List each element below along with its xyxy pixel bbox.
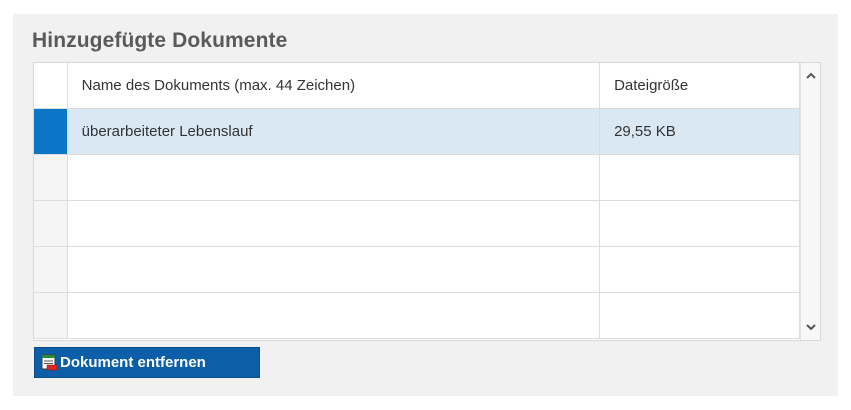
row-selector[interactable] <box>34 154 68 201</box>
document-name <box>68 169 82 186</box>
document-size <box>600 169 614 186</box>
select-all-cell[interactable] <box>34 63 68 109</box>
document-name <box>68 261 82 278</box>
chevron-up-icon[interactable] <box>804 69 818 83</box>
document-name: überarbeiteter Lebenslauf <box>81 123 253 140</box>
column-header-name[interactable]: Name des Dokuments (max. 44 Zeichen) <box>67 63 601 109</box>
row-selector[interactable] <box>34 292 68 339</box>
document-size-cell[interactable] <box>599 154 800 201</box>
document-size <box>600 261 614 278</box>
column-header-name-label: Name des Dokuments (max. 44 Zeichen) <box>81 77 356 94</box>
documents-grid: Name des Dokuments (max. 44 Zeichen) Dat… <box>34 63 800 339</box>
document-name-cell[interactable] <box>67 292 601 339</box>
row-selector[interactable] <box>34 246 68 293</box>
document-name-cell[interactable] <box>67 154 601 201</box>
row-selector[interactable] <box>34 108 68 155</box>
document-name-cell[interactable]: überarbeiteter Lebenslauf <box>67 108 601 155</box>
document-remove-icon <box>41 354 58 371</box>
chevron-down-icon[interactable] <box>804 320 818 334</box>
document-size <box>600 215 614 232</box>
document-size: 29,55 KB <box>614 123 676 140</box>
document-size-cell[interactable] <box>599 292 800 339</box>
column-header-size-label: Dateigröße <box>614 77 689 94</box>
table-row[interactable] <box>34 292 800 339</box>
documents-table: Name des Dokuments (max. 44 Zeichen) Dat… <box>33 62 821 341</box>
table-row[interactable]: überarbeiteter Lebenslauf 29,55 KB <box>34 108 800 155</box>
document-size-cell[interactable] <box>599 246 800 293</box>
table-row[interactable] <box>34 200 800 247</box>
table-header-row: Name des Dokuments (max. 44 Zeichen) Dat… <box>34 63 800 109</box>
added-documents-panel: Hinzugefügte Dokumente Name des Dokument… <box>13 14 838 396</box>
vertical-scrollbar[interactable] <box>800 63 820 340</box>
table-row[interactable] <box>34 246 800 293</box>
document-name <box>68 307 82 324</box>
document-name-cell[interactable] <box>67 246 601 293</box>
row-selector[interactable] <box>34 200 68 247</box>
panel-title: Hinzugefügte Dokumente <box>32 29 288 52</box>
document-name-cell[interactable] <box>67 200 601 247</box>
document-size-cell[interactable] <box>599 200 800 247</box>
document-name <box>68 215 82 232</box>
remove-document-label: Dokument entfernen <box>60 354 206 371</box>
table-row[interactable] <box>34 154 800 201</box>
column-header-size[interactable]: Dateigröße <box>599 63 800 109</box>
document-size <box>600 307 614 324</box>
document-size-cell[interactable]: 29,55 KB <box>599 108 800 155</box>
remove-document-button[interactable]: Dokument entfernen <box>34 347 260 378</box>
